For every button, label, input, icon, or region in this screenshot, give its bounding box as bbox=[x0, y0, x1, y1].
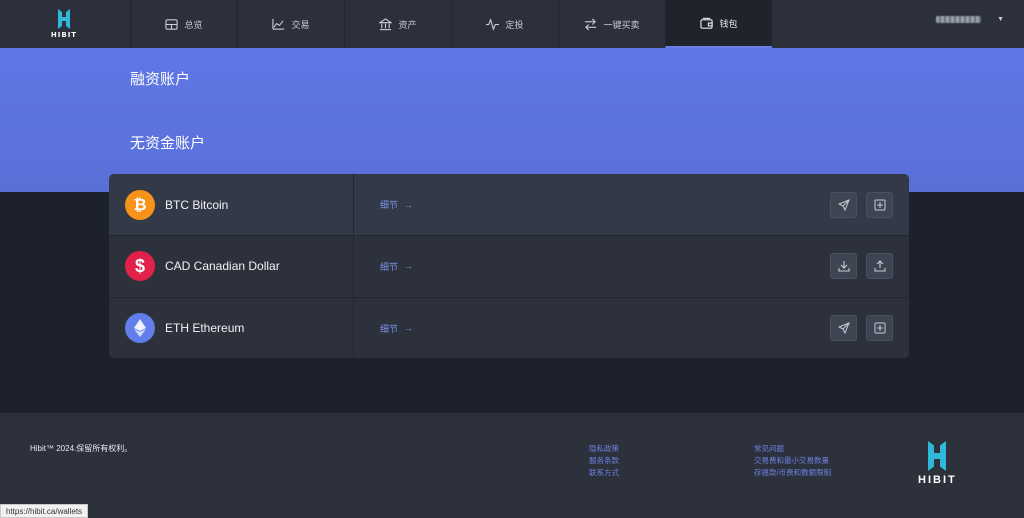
download-icon bbox=[837, 261, 850, 272]
nav-item-label: 总览 bbox=[184, 19, 203, 30]
table-row[interactable]: ₿ BTC Bitcoin 细节 → bbox=[109, 174, 909, 235]
logo-text: HIBIT bbox=[50, 31, 78, 39]
nav-item-dca[interactable]: 定投 bbox=[451, 0, 558, 48]
upload-icon bbox=[873, 260, 886, 272]
wallet-icon bbox=[700, 17, 714, 29]
upload-button[interactable] bbox=[866, 253, 893, 279]
nav-item-label: 一键买卖 bbox=[603, 19, 640, 30]
nav-item-label: 交易 bbox=[291, 19, 310, 30]
details-label: 细节 bbox=[380, 323, 399, 334]
coin-name: CAD Canadian Dollar bbox=[165, 259, 280, 273]
pulse-icon bbox=[486, 17, 500, 31]
send-button[interactable] bbox=[830, 191, 857, 218]
footer-logo-text: HIBIT bbox=[918, 474, 957, 486]
arrow-right-icon: → bbox=[404, 261, 414, 271]
bank-icon bbox=[379, 17, 393, 30]
table-row[interactable]: $ CAD Canadian Dollar 细节 → bbox=[109, 235, 909, 296]
deposit-qr-icon bbox=[874, 199, 885, 210]
details-label: 细节 bbox=[380, 261, 399, 272]
nav-item-quick-trade[interactable]: 一键买卖 bbox=[558, 0, 665, 48]
nav-item-label: 资产 bbox=[398, 19, 417, 30]
bitcoin-icon: ₿ bbox=[125, 189, 155, 220]
arrow-right-icon: → bbox=[404, 323, 414, 333]
nav-item-label: 钱包 bbox=[719, 18, 738, 29]
footer-links-col2: 常见问题 交易费和最小交易数量 存提款/币费和数额限制 bbox=[754, 443, 831, 479]
contact-link[interactable]: 联系方式 bbox=[589, 467, 619, 479]
footer-links-col1: 隐私政策 服务条款 联系方式 bbox=[589, 443, 619, 479]
nav-item-overview[interactable]: 总览 bbox=[130, 0, 237, 48]
arrow-right-icon: → bbox=[404, 199, 414, 210]
chevron-down-icon: ▼ bbox=[997, 16, 1004, 23]
browser-status-url: https://hibit.ca/wallets bbox=[0, 504, 89, 518]
terms-of-service-link[interactable]: 服务条款 bbox=[589, 455, 619, 467]
deposit-qr-icon bbox=[874, 322, 885, 334]
details-link[interactable]: 细节 → bbox=[380, 260, 413, 273]
user-name-blurred bbox=[936, 16, 982, 23]
hibit-logo-icon bbox=[58, 9, 70, 29]
logo[interactable]: HIBIT bbox=[0, 0, 128, 48]
download-button[interactable] bbox=[830, 253, 857, 279]
send-icon bbox=[837, 198, 850, 211]
swap-icon bbox=[585, 18, 597, 30]
accounts-table: ₿ BTC Bitcoin 细节 → $ CAD Canadian Dollar… bbox=[109, 174, 909, 358]
table-row[interactable]: ETH Ethereum 细节 → bbox=[109, 297, 909, 358]
details-label: 细节 bbox=[380, 200, 399, 210]
nav-item-label: 定投 bbox=[505, 19, 524, 30]
send-button[interactable] bbox=[830, 315, 857, 341]
faq-link[interactable]: 常见问题 bbox=[754, 443, 831, 455]
hibit-logo-icon bbox=[928, 441, 947, 471]
details-link[interactable]: 细节 → bbox=[380, 198, 413, 211]
deposit-button[interactable] bbox=[866, 315, 893, 341]
chart-line-icon bbox=[272, 18, 285, 30]
details-link[interactable]: 细节 → bbox=[380, 322, 413, 335]
nav-item-trade[interactable]: 交易 bbox=[237, 0, 344, 48]
coin-name: BTC Bitcoin bbox=[165, 197, 229, 212]
nav-item-assets[interactable]: 资产 bbox=[344, 0, 451, 48]
dollar-icon: $ bbox=[125, 251, 155, 281]
coin-name: ETH Ethereum bbox=[165, 321, 245, 335]
send-icon bbox=[837, 322, 850, 334]
dashboard-icon bbox=[165, 18, 179, 30]
deposit-withdraw-limits-link[interactable]: 存提款/币费和数额限制 bbox=[754, 467, 831, 479]
footer: Hibit™ 2024.保留所有权利。 隐私政策 服务条款 联系方式 常见问题 … bbox=[0, 413, 1024, 518]
privacy-policy-link[interactable]: 隐私政策 bbox=[589, 443, 619, 455]
deposit-button[interactable] bbox=[866, 191, 893, 218]
user-menu[interactable]: ▼ bbox=[936, 16, 1004, 23]
footer-logo: HIBIT bbox=[918, 441, 957, 486]
nav-item-wallet[interactable]: 钱包 bbox=[665, 0, 772, 48]
ethereum-icon bbox=[125, 313, 155, 343]
copyright-text: Hibit™ 2024.保留所有权利。 bbox=[30, 444, 133, 453]
trading-fees-link[interactable]: 交易费和最小交易数量 bbox=[754, 455, 831, 467]
top-nav: HIBIT 总览 交易 资产 定投 一键买卖 钱包 ▼ bbox=[0, 0, 1024, 48]
hero-banner: 融资账户 无资金账户 bbox=[0, 48, 1024, 192]
financing-account-title: 融资账户 bbox=[130, 71, 191, 88]
no-funds-account-title: 无资金账户 bbox=[130, 135, 206, 152]
